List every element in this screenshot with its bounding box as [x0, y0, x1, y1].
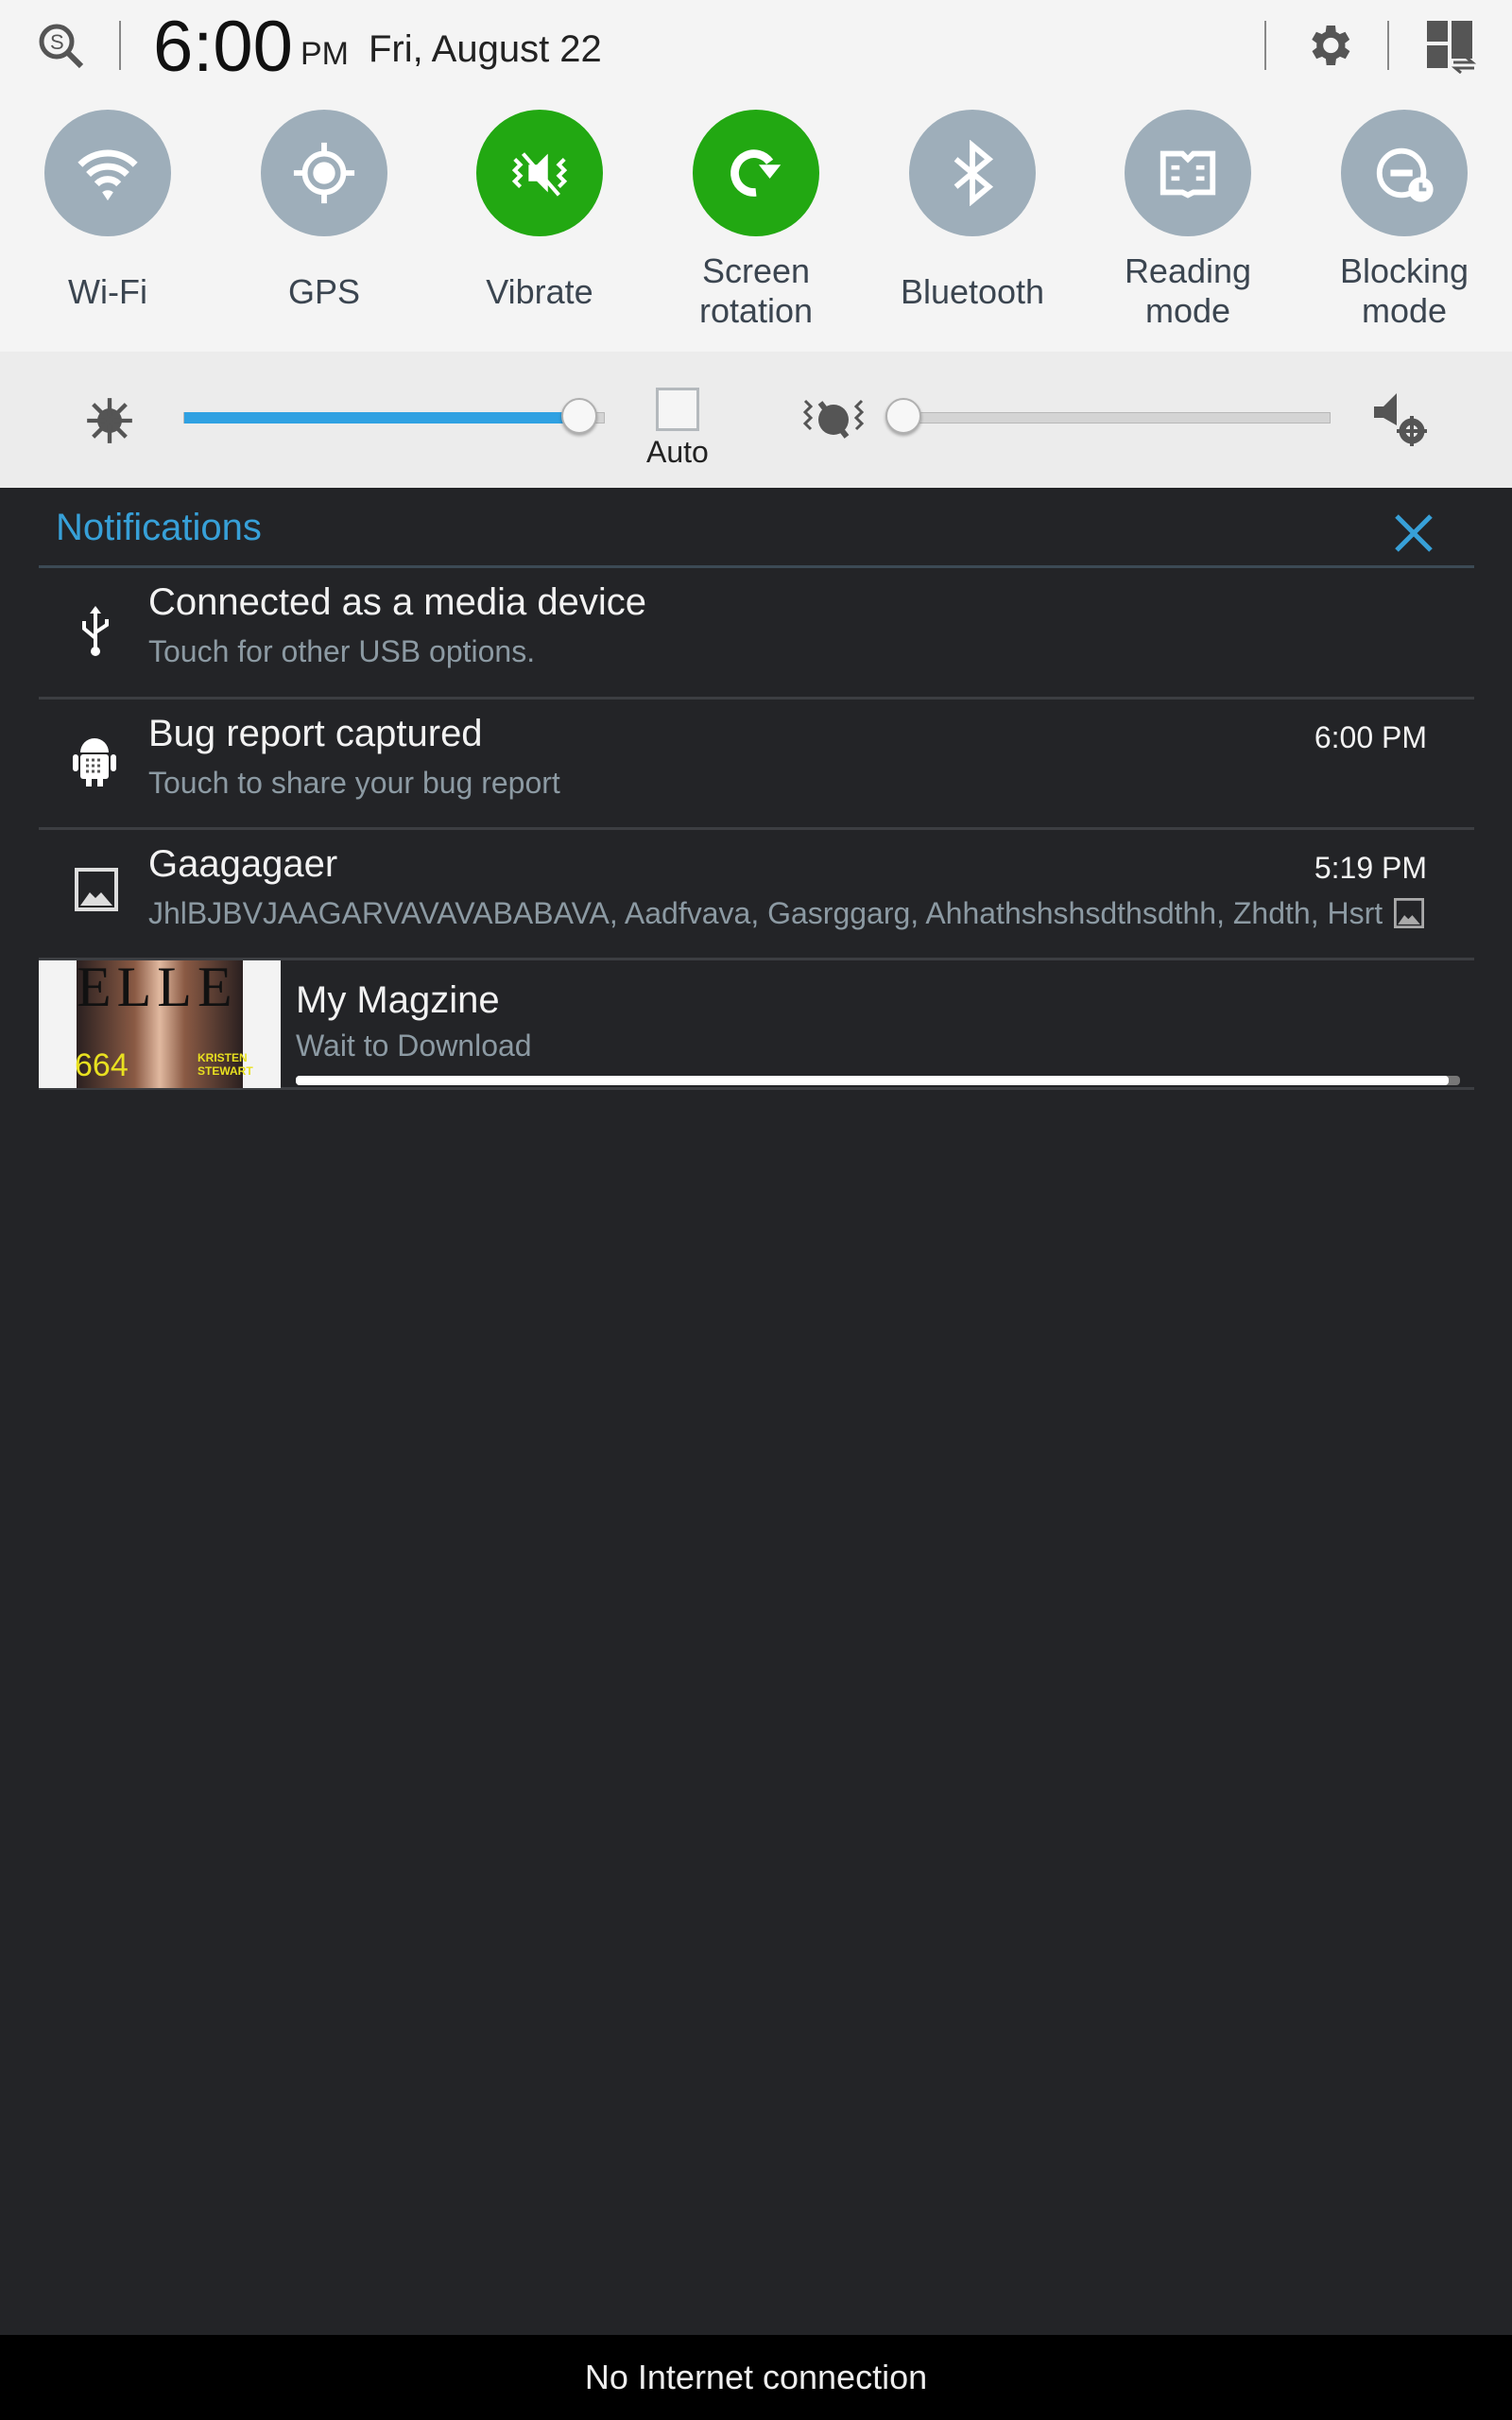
toggle-screen-rotation[interactable] — [693, 110, 819, 236]
quick-panel: S 6:00 PM Fri, August 22 Wi-Fi GPS Vibrate… — [0, 0, 1512, 352]
download-progress-bar — [296, 1076, 1460, 1085]
image-icon — [1394, 898, 1424, 928]
gps-icon — [291, 140, 357, 206]
notification-time: 5:19 PM — [1314, 851, 1427, 885]
volume-slider-handle[interactable] — [885, 398, 921, 434]
brightness-icon — [87, 398, 132, 443]
clock: 6:00 — [153, 7, 293, 87]
brightness-slider[interactable] — [183, 412, 605, 424]
toggle-reading-mode[interactable] — [1125, 110, 1251, 236]
toggle-label-reading-mode: Reading mode — [1124, 251, 1252, 330]
toggle-wi-fi[interactable] — [44, 110, 171, 236]
date[interactable]: Fri, August 22 — [369, 28, 602, 71]
toggle-label-wi-fi: Wi-Fi — [68, 272, 147, 311]
android-bug-icon — [73, 738, 116, 786]
vibrate-mute-icon[interactable] — [799, 393, 868, 446]
notification-magazine[interactable]: ELLE 664 KRISTEN STEWART My Magzine Wait … — [39, 960, 1474, 1090]
notification-bug-report[interactable]: Bug report captured Touch to share your … — [39, 700, 1474, 830]
vibrate-icon — [507, 140, 573, 206]
sound-settings-icon[interactable] — [1372, 389, 1431, 452]
ampm: PM — [301, 36, 349, 72]
slider-panel: Auto — [0, 352, 1512, 488]
divider — [119, 21, 121, 70]
notification-subtitle: Touch for other USB options. — [148, 634, 536, 668]
notification-subtitle: Wait to Download — [296, 1028, 532, 1063]
notification-title: Gaagagaer — [148, 843, 338, 885]
divider — [1264, 21, 1266, 70]
toggle-label-bluetooth: Bluetooth — [900, 272, 1045, 311]
toggle-label-screen-rotation: Screen rotation — [698, 251, 814, 330]
toggle-vibrate[interactable] — [476, 110, 603, 236]
toggle-blocking-mode[interactable] — [1341, 110, 1468, 236]
toggle-gps[interactable] — [261, 110, 387, 236]
clear-all-icon[interactable] — [1393, 512, 1435, 554]
notification-title: Connected as a media device — [148, 581, 646, 623]
settings-icon[interactable] — [1302, 19, 1355, 72]
brightness-slider-handle[interactable] — [561, 398, 598, 434]
wifi-icon — [75, 140, 141, 206]
notifications-header: Notifications — [56, 507, 262, 548]
notification-title: My Magzine — [296, 979, 500, 1021]
notification-subtitle: JhlBJBVJAAGARVAVAVABABAVA, Aadfvava, Gas… — [148, 896, 1383, 930]
notification-usb[interactable]: Connected as a media device Touch for ot… — [39, 568, 1474, 700]
volume-slider[interactable] — [903, 412, 1331, 424]
notification-gaagagaer[interactable]: Gaagagaer JhlBJBVJAAGARVAVAVABABAVA, Aad… — [39, 830, 1474, 960]
edit-toggles-icon[interactable] — [1425, 19, 1478, 74]
carrier-status: No Internet connection — [0, 2335, 1512, 2420]
auto-brightness-checkbox[interactable] — [656, 388, 699, 431]
toggle-label-vibrate: Vibrate — [486, 272, 593, 311]
blocking-icon — [1371, 140, 1437, 206]
book-icon — [1155, 140, 1221, 206]
svg-text:S: S — [50, 30, 64, 54]
toggle-bluetooth[interactable] — [909, 110, 1036, 236]
s-finder-icon[interactable]: S — [34, 19, 87, 72]
rotation-icon — [723, 140, 789, 206]
auto-label: Auto — [646, 435, 709, 469]
bluetooth-icon — [939, 140, 1005, 206]
notification-subtitle: Touch to share your bug report — [148, 766, 560, 800]
magazine-cover-image: ELLE 664 KRISTEN STEWART — [39, 960, 281, 1088]
toggle-label-blocking-mode: Blocking mode — [1339, 251, 1469, 330]
notification-title: Bug report captured — [148, 713, 483, 754]
toggle-label-gps: GPS — [287, 272, 361, 311]
divider — [1387, 21, 1389, 70]
image-icon — [75, 868, 118, 911]
usb-icon — [82, 606, 109, 656]
notification-time: 6:00 PM — [1314, 720, 1427, 754]
